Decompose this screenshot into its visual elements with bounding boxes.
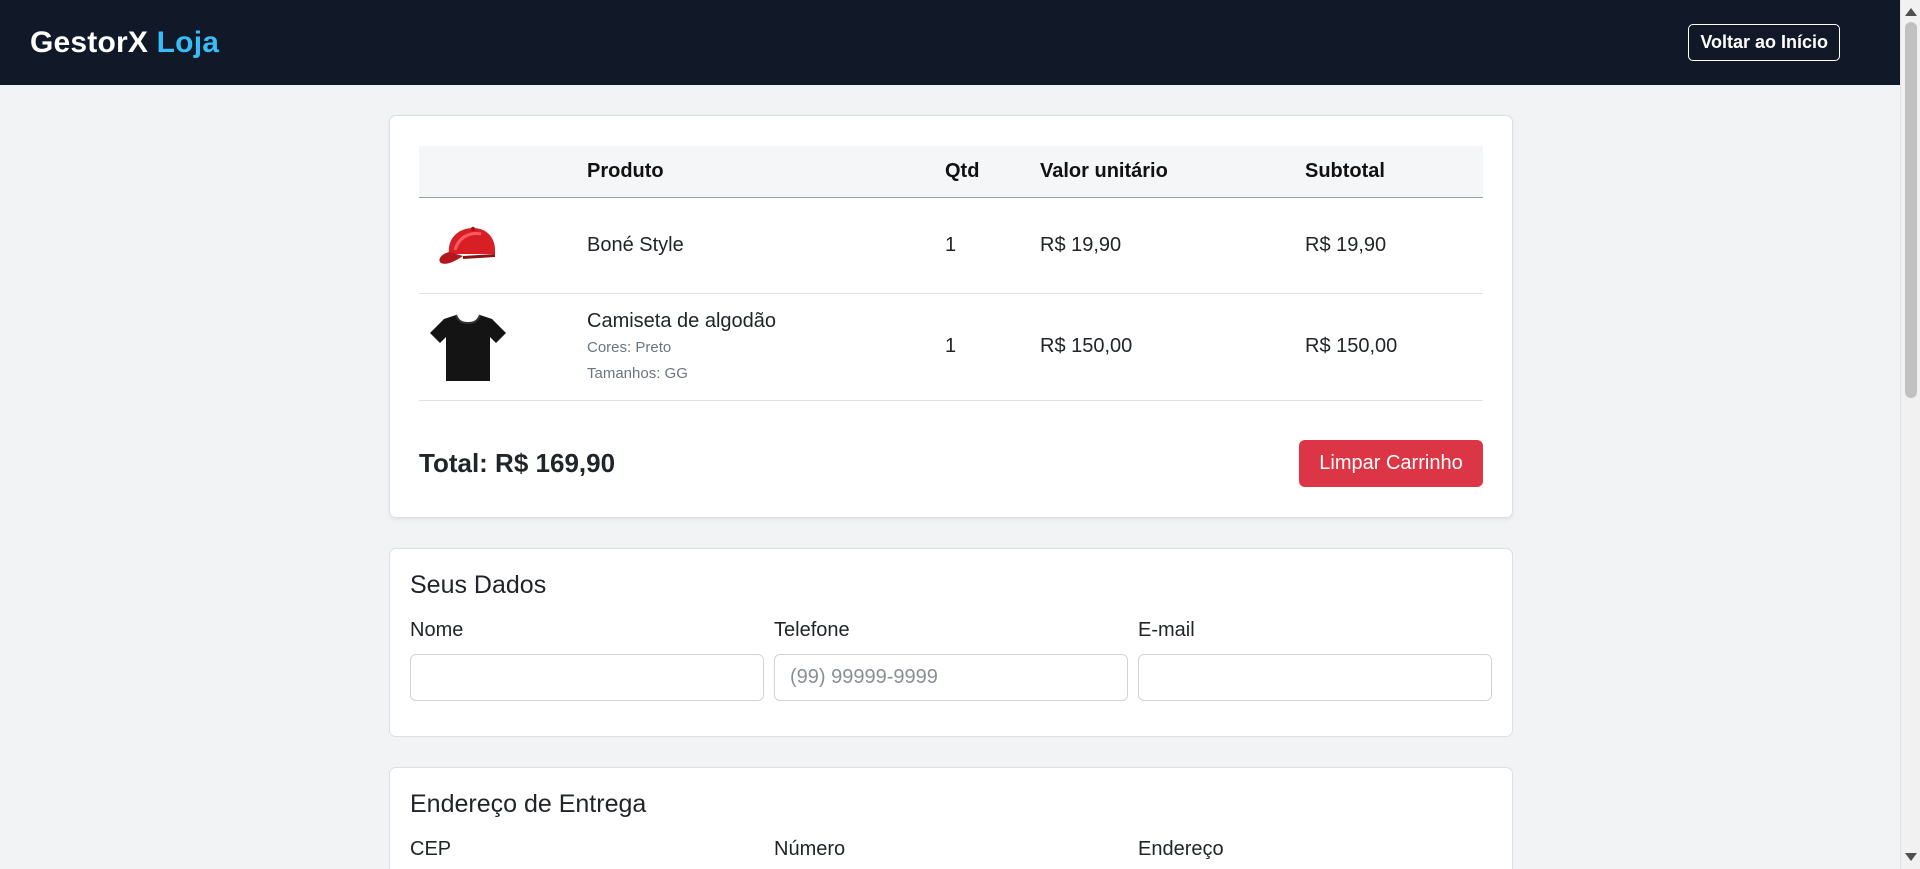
product-name: Boné Style [587, 234, 684, 256]
number-label: Número [774, 838, 846, 860]
brand-accent: Loja [156, 25, 220, 59]
product-unit-price: R$ 19,90 [1040, 233, 1122, 256]
product-subtotal: R$ 19,90 [1305, 233, 1387, 256]
column-header-unit-price: Valor unitário [1040, 159, 1168, 182]
top-navbar: GestorX Loja Voltar ao Início [0, 0, 1900, 85]
product-size: Tamanhos: GG [587, 364, 688, 382]
product-image-cell [419, 197, 587, 293]
page-scrollbar[interactable] [1900, 0, 1920, 869]
email-input[interactable] [1138, 654, 1492, 701]
column-header-subtotal: Subtotal [1305, 159, 1385, 182]
cart-table: Produto Qtd Valor unitário Subtotal Boné… [419, 146, 1483, 401]
cart-table-header: Produto Qtd Valor unitário Subtotal [419, 146, 1483, 197]
name-field-group: Nome [410, 619, 764, 701]
customer-data-card: Seus Dados Nome Telefone E-mail [389, 548, 1513, 737]
brand-name: GestorX [30, 25, 149, 59]
product-color: Cores: Preto [587, 338, 672, 356]
table-row: Camiseta de algodão Cores: Preto Tamanho… [419, 293, 1483, 400]
phone-input[interactable] [774, 654, 1128, 701]
product-qty: 1 [945, 233, 957, 256]
product-info-cell: Camiseta de algodão Cores: Preto Tamanho… [587, 293, 945, 400]
red-cap-icon [439, 226, 495, 264]
product-subtotal: R$ 150,00 [1305, 335, 1398, 357]
customer-data-title: Seus Dados [410, 571, 547, 599]
address-fields: CEP Número Endereço [410, 838, 1492, 869]
scroll-up-arrow-icon[interactable] [1905, 8, 1917, 16]
address-label: Endereço [1138, 838, 1224, 860]
product-qty: 1 [945, 335, 957, 357]
product-image-cell [419, 293, 587, 400]
customer-fields: Nome Telefone E-mail [410, 619, 1492, 701]
cep-label: CEP [410, 838, 452, 860]
clear-cart-button[interactable]: Limpar Carrinho [1299, 440, 1483, 487]
column-header-qty: Qtd [945, 159, 980, 182]
scroll-down-arrow-icon[interactable] [1905, 853, 1917, 861]
cart-card: Produto Qtd Valor unitário Subtotal Boné… [389, 115, 1513, 518]
column-header-product: Produto [587, 159, 664, 182]
email-field-group: E-mail [1138, 619, 1492, 701]
cart-total: Total: R$ 169,90 [419, 448, 616, 478]
black-tshirt-icon [430, 314, 506, 381]
delivery-address-title: Endereço de Entrega [410, 790, 647, 818]
number-field-group: Número [774, 838, 1128, 869]
brand-logo[interactable]: GestorX Loja [30, 26, 219, 60]
address-field-group: Endereço [1138, 838, 1492, 869]
table-row: Boné Style 1 R$ 19,90 R$ 19,90 [419, 197, 1483, 293]
product-name: Camiseta de algodão [587, 309, 777, 332]
column-header-image [419, 146, 587, 197]
product-unit-price: R$ 150,00 [1040, 335, 1133, 357]
back-to-home-button[interactable]: Voltar ao Início [1688, 24, 1840, 61]
delivery-address-card: Endereço de Entrega CEP Número Endereço [389, 767, 1513, 869]
name-input[interactable] [410, 654, 764, 701]
cep-field-group: CEP [410, 838, 764, 869]
scrollbar-thumb[interactable] [1905, 22, 1917, 398]
phone-label: Telefone [774, 619, 850, 641]
name-label: Nome [410, 619, 464, 641]
phone-field-group: Telefone [774, 619, 1128, 701]
email-label: E-mail [1138, 619, 1195, 641]
